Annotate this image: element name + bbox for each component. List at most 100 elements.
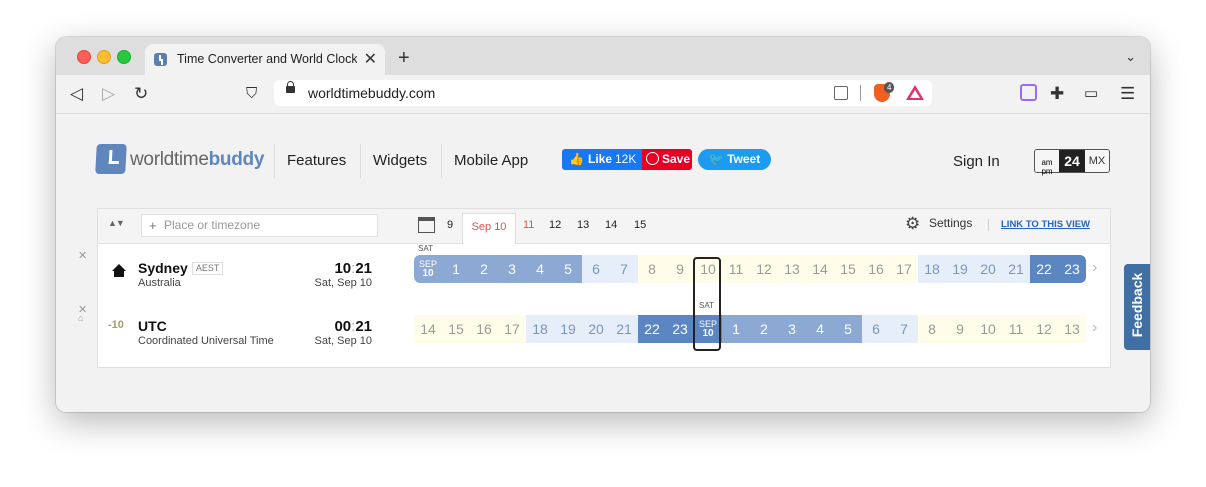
facebook-like-button[interactable]: 👍 Like 12K: [562, 149, 642, 170]
day-12[interactable]: 12: [549, 219, 561, 231]
nav-features[interactable]: Features: [274, 144, 358, 178]
nav-widgets[interactable]: Widgets: [360, 144, 439, 178]
hour-cell[interactable]: 12: [1030, 315, 1058, 343]
nav-mobile-app[interactable]: Mobile App: [441, 144, 540, 178]
site-logo[interactable]: worldtimebuddy: [130, 149, 264, 171]
hour-cell[interactable]: 13: [778, 255, 806, 283]
hour-cell[interactable]: 2: [470, 255, 498, 283]
back-icon[interactable]: ◁: [70, 84, 83, 104]
mx-format-option[interactable]: MX: [1085, 150, 1109, 172]
hour-cell[interactable]: 4: [806, 315, 834, 343]
day-11[interactable]: 11: [523, 219, 534, 231]
browser-tab[interactable]: Time Converter and World Clock ✕: [145, 44, 385, 75]
24h-format-option[interactable]: 24: [1059, 150, 1085, 172]
hour-cell[interactable]: 1: [722, 315, 750, 343]
hour-cell[interactable]: 12: [750, 255, 778, 283]
close-tab-icon[interactable]: ✕: [364, 49, 377, 69]
logo-clock-icon[interactable]: [95, 144, 127, 174]
hour-cell[interactable]: 11: [722, 255, 750, 283]
day-selected-sep-10[interactable]: Sep 10: [462, 213, 516, 244]
tab-menu-chevron-icon[interactable]: ⌄: [1125, 49, 1136, 65]
hour-cell[interactable]: 4: [526, 255, 554, 283]
hour-cell[interactable]: 23: [666, 315, 694, 343]
hour-cell[interactable]: 20: [974, 255, 1002, 283]
hour-cell[interactable]: 16: [470, 315, 498, 343]
hour-cell[interactable]: 22: [1030, 255, 1058, 283]
home-icon[interactable]: [112, 264, 126, 277]
hour-cell[interactable]: 3: [498, 255, 526, 283]
current-time-highlight[interactable]: [693, 257, 721, 351]
hour-cell[interactable]: 18: [918, 255, 946, 283]
hour-cell[interactable]: 5: [834, 315, 862, 343]
set-home-icon[interactable]: ⌂: [78, 313, 83, 323]
place-search-input[interactable]: + Place or timezone: [141, 214, 378, 237]
wallet-icon[interactable]: ▭: [1084, 84, 1098, 104]
hour-cell[interactable]: 9: [946, 315, 974, 343]
day-9[interactable]: 9: [447, 219, 453, 231]
feedback-tab[interactable]: Feedback: [1124, 264, 1150, 350]
city-name[interactable]: UTC: [138, 318, 167, 334]
hour-cell[interactable]: 19: [946, 255, 974, 283]
hour-cell[interactable]: 21: [610, 315, 638, 343]
hour-cell[interactable]: 14: [806, 255, 834, 283]
chevron-right-icon[interactable]: ›: [1092, 319, 1097, 337]
hour-cell[interactable]: 8: [638, 255, 666, 283]
hour-cell[interactable]: 13: [1058, 315, 1086, 343]
hour-cell[interactable]: 14: [414, 315, 442, 343]
hour-cell[interactable]: 5: [554, 255, 582, 283]
city-name[interactable]: Sydney AEST: [138, 260, 224, 276]
hour-cell[interactable]: 17: [890, 255, 918, 283]
remove-row-icon[interactable]: ✕: [78, 249, 87, 262]
hour-cell[interactable]: 1: [442, 255, 470, 283]
menu-icon[interactable]: ☰: [1120, 84, 1135, 104]
bookmark-icon[interactable]: ⛉: [246, 84, 257, 104]
zoom-window-button[interactable]: [117, 50, 131, 64]
hour-cell[interactable]: SEP 10: [414, 255, 442, 283]
close-window-button[interactable]: [77, 50, 91, 64]
new-tab-icon[interactable]: +: [398, 48, 410, 68]
twitter-bird-icon: 🐦: [708, 152, 724, 166]
forward-icon[interactable]: ▷: [102, 84, 115, 104]
hour-cell[interactable]: 21: [1002, 255, 1030, 283]
hour-cell[interactable]: 16: [862, 255, 890, 283]
hour-cell[interactable]: 10: [974, 315, 1002, 343]
tz-abbr-badge: AEST: [191, 262, 224, 275]
hour-cell[interactable]: 20: [582, 315, 610, 343]
reload-icon[interactable]: ↻: [134, 84, 148, 104]
minimize-window-button[interactable]: [97, 50, 111, 64]
qr-code-icon[interactable]: [834, 86, 848, 100]
hour-cell[interactable]: 17: [498, 315, 526, 343]
hour-cell[interactable]: 15: [442, 315, 470, 343]
pinterest-save-button[interactable]: Save: [642, 149, 692, 170]
search-placeholder: Place or timezone: [164, 218, 261, 232]
chevron-right-icon[interactable]: ›: [1092, 259, 1097, 277]
hour-cell[interactable]: 3: [778, 315, 806, 343]
hour-cell[interactable]: 11: [1002, 315, 1030, 343]
sign-in-link[interactable]: Sign In: [953, 153, 1000, 170]
day-13[interactable]: 13: [577, 219, 589, 231]
puzzle-extensions-icon[interactable]: ✚: [1050, 84, 1064, 104]
ampm-format-option[interactable]: am pm: [1035, 150, 1059, 176]
hour-cell[interactable]: 6: [862, 315, 890, 343]
extension-icon[interactable]: [1020, 84, 1037, 106]
hour-cell[interactable]: 23: [1058, 255, 1086, 283]
link-to-this-view[interactable]: LINK TO THIS VIEW: [988, 219, 1090, 231]
address-bar[interactable]: worldtimebuddy.com 4: [274, 80, 932, 106]
hour-cell[interactable]: 7: [890, 315, 918, 343]
hour-cell[interactable]: 6: [582, 255, 610, 283]
hour-cell[interactable]: 8: [918, 315, 946, 343]
calendar-icon[interactable]: [418, 217, 435, 233]
hour-cell[interactable]: 15: [834, 255, 862, 283]
tweet-button[interactable]: 🐦 Tweet: [698, 149, 771, 170]
hour-cell[interactable]: 9: [666, 255, 694, 283]
sort-arrows-icon[interactable]: ▲▼: [108, 218, 125, 228]
brave-rewards-icon[interactable]: [906, 85, 924, 100]
ampm-top: am: [1041, 158, 1053, 167]
day-15[interactable]: 15: [634, 219, 646, 231]
hour-cell[interactable]: 22: [638, 315, 666, 343]
hour-cell[interactable]: 18: [526, 315, 554, 343]
hour-cell[interactable]: 2: [750, 315, 778, 343]
day-14[interactable]: 14: [605, 219, 617, 231]
hour-cell[interactable]: 19: [554, 315, 582, 343]
hour-cell[interactable]: 7: [610, 255, 638, 283]
